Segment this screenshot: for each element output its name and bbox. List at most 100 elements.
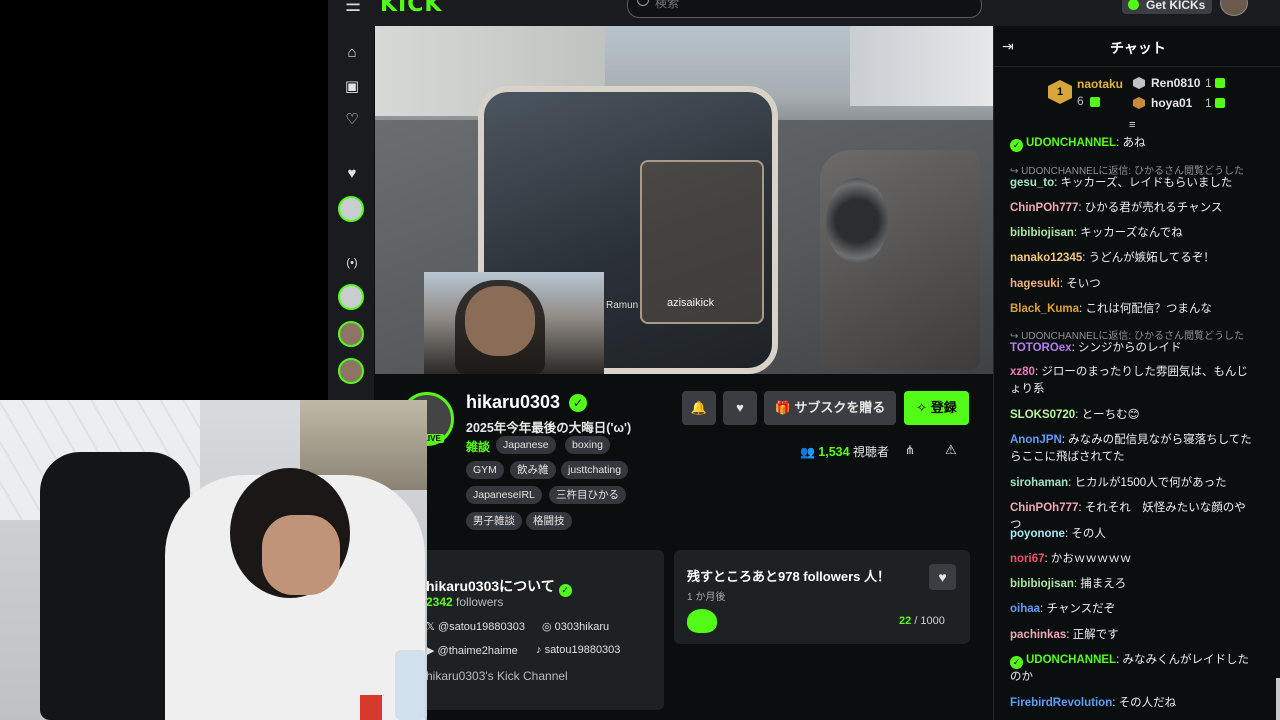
verified-badge-icon: ✓ xyxy=(558,584,572,597)
followed-channels-heart-icon: ♥ xyxy=(347,165,357,182)
sidebar-recommended-avatar[interactable] xyxy=(338,284,364,310)
stream-title: 2025年今年最後の大晦日('ω') xyxy=(466,421,632,435)
social-link-youtube[interactable]: ▶ @thaime2haime xyxy=(426,644,518,657)
chat-username[interactable]: sirohaman xyxy=(1010,477,1068,489)
chat-username[interactable]: UDONCHANNEL xyxy=(1026,137,1116,149)
chat-message: poyonone: その人 xyxy=(1010,528,1106,540)
chat-username[interactable]: xz80 xyxy=(1010,366,1035,378)
chat-message: gesu_to: キッカーズ、レイドもらいました xyxy=(1010,177,1233,189)
goal-time: 1 か月後 xyxy=(687,592,726,603)
chat-username[interactable]: AnonJPN xyxy=(1010,434,1062,446)
chat-username[interactable]: ChinPOh777 xyxy=(1010,502,1078,514)
chat-username[interactable]: SLOKS0720 xyxy=(1010,409,1075,421)
social-x-handle: @satou19880303 xyxy=(437,621,525,633)
stream-tag[interactable]: justtchating xyxy=(561,461,629,479)
instagram-icon: ◎ xyxy=(542,621,552,633)
home-icon[interactable]: ⌂ xyxy=(344,45,360,61)
chat-text: とーちむ😊 xyxy=(1081,409,1140,421)
verified-badge-icon: ✓ xyxy=(569,394,587,412)
stream-category[interactable]: 雑談 xyxy=(466,438,490,455)
live-recommended-icon: (•) xyxy=(346,257,358,269)
social-youtube-handle: @thaime2haime xyxy=(437,645,518,657)
chat-text: キッカーズなんでね xyxy=(1080,227,1183,239)
about-followers: 2342 followers xyxy=(426,595,503,609)
stream-tag[interactable]: 格闘技 xyxy=(526,512,572,530)
gift-sub-button[interactable]: 🎁 サブスクを贈る xyxy=(764,391,896,425)
about-title: hikaru0303について ✓ xyxy=(426,576,575,597)
chat-text: 正解です xyxy=(1072,629,1119,641)
following-icon[interactable]: ♡ xyxy=(344,112,360,128)
social-link-instagram[interactable]: ◎ 0303hikaru xyxy=(542,620,609,633)
verified-badge-icon: ✓ xyxy=(1010,139,1023,152)
top-gifter-name[interactable]: hoya01 xyxy=(1151,96,1192,110)
goal-progress: 22 / 1000 xyxy=(899,615,945,627)
top-gifter-count: 1 xyxy=(1205,76,1212,90)
x-icon: 𝕏 xyxy=(426,621,435,633)
social-instagram-handle: 0303hikaru xyxy=(554,621,610,633)
sidebar-followed-channel-avatar[interactable] xyxy=(338,196,364,222)
sidebar-recommended-avatar[interactable] xyxy=(338,358,364,384)
sidebar-recommended-avatar[interactable] xyxy=(338,321,364,347)
social-link-tiktok[interactable]: ♪ satou19880303 xyxy=(536,644,620,656)
sparkle-icon: ✧ xyxy=(916,400,928,415)
get-kicks-button[interactable]: Get KICKs xyxy=(1122,0,1212,14)
follow-button[interactable]: ✧ 登録 xyxy=(904,391,969,425)
chat-username[interactable]: poyonone xyxy=(1010,528,1065,540)
chat-pinned-toggle-icon[interactable]: ≡ xyxy=(1129,119,1141,131)
chat-scrollbar[interactable] xyxy=(1276,678,1280,720)
chat-message: AnonJPN: みなみの配信見ながら寝落ちしてたらここに飛ばされてた xyxy=(1010,434,1252,463)
chat-username[interactable]: gesu_to xyxy=(1010,177,1054,189)
video-inset-person-face xyxy=(465,286,535,356)
chat-text: これは何配信？つまんな xyxy=(1085,303,1212,315)
stream-tag[interactable]: 男子雑談 xyxy=(466,512,522,530)
video-scene-camera-lens xyxy=(826,178,888,264)
top-gifter-count: 6 xyxy=(1077,94,1084,108)
channel-name[interactable]: hikaru0303 xyxy=(466,392,560,413)
webcam-bottle xyxy=(395,650,427,720)
stream-tag[interactable]: JapaneseIRL xyxy=(466,486,542,504)
chat-username[interactable]: pachinkas xyxy=(1010,629,1066,641)
chat-message: oihaa: チャンスだぞ xyxy=(1010,603,1116,615)
chat-text: チャンスだぞ xyxy=(1046,603,1116,615)
chat-username[interactable]: FirebirdRevolution xyxy=(1010,697,1112,709)
share-icon[interactable]: ⋔ xyxy=(905,443,919,457)
chat-username[interactable]: ChinPOh777 xyxy=(1010,202,1078,214)
chat-username[interactable]: nanako12345 xyxy=(1010,252,1082,264)
goal-title: 残すところあと978 followers 人！ xyxy=(687,569,890,584)
stream-tag[interactable]: boxing xyxy=(565,436,610,454)
collapse-chat-icon[interactable]: ⇥ xyxy=(1002,38,1020,54)
video-overlay-name: azisaikick xyxy=(667,297,715,309)
hamburger-menu-icon[interactable]: ☰ xyxy=(345,0,365,18)
chat-text: 捕まえろ xyxy=(1080,578,1127,590)
kick-logo[interactable]: KICK xyxy=(380,0,442,17)
followers-count: 2342 xyxy=(426,595,453,609)
notification-bell-button[interactable]: 🔔 xyxy=(682,391,716,425)
webcam-person-face xyxy=(262,515,340,595)
goal-heart-button[interactable]: ♥ xyxy=(929,564,956,590)
chat-username[interactable]: hagesuki xyxy=(1010,278,1060,290)
favorite-button[interactable]: ♥ xyxy=(723,391,757,425)
about-description: hikaru0303's Kick Channel xyxy=(426,669,568,683)
chat-username[interactable]: TOTOROex xyxy=(1010,342,1072,354)
chat-username[interactable]: bibibiojisan xyxy=(1010,227,1074,239)
goal-current: 22 xyxy=(899,615,912,627)
chat-text: ひかる君が売れるチャンス xyxy=(1084,202,1223,214)
social-tiktok-handle: satou19880303 xyxy=(544,644,621,656)
report-warning-icon[interactable]: ⚠ xyxy=(945,442,959,457)
top-gifter-name[interactable]: naotaku xyxy=(1077,77,1123,91)
top-gifter-count: 1 xyxy=(1205,96,1212,110)
top-gifter-name[interactable]: Ren0810 xyxy=(1151,76,1200,90)
chat-username[interactable]: UDONCHANNEL xyxy=(1026,654,1116,666)
chat-username[interactable]: Black_Kuma xyxy=(1010,303,1079,315)
chat-username[interactable]: bibibiojisan xyxy=(1010,578,1074,590)
search-input[interactable] xyxy=(655,0,955,10)
stream-tag[interactable]: 飲み雑 xyxy=(510,461,556,479)
chat-username[interactable]: oihaa xyxy=(1010,603,1040,615)
stream-tag[interactable]: Japanese xyxy=(496,436,556,454)
viewer-count-label: 視聴者 xyxy=(852,445,889,459)
stream-tag[interactable]: GYM xyxy=(466,461,504,479)
chat-username[interactable]: nori67 xyxy=(1010,553,1045,565)
stream-tag[interactable]: 三杵目ひかる xyxy=(549,486,626,504)
social-link-x[interactable]: 𝕏 @satou19880303 xyxy=(426,620,525,633)
browse-icon[interactable]: ▣ xyxy=(344,79,360,95)
